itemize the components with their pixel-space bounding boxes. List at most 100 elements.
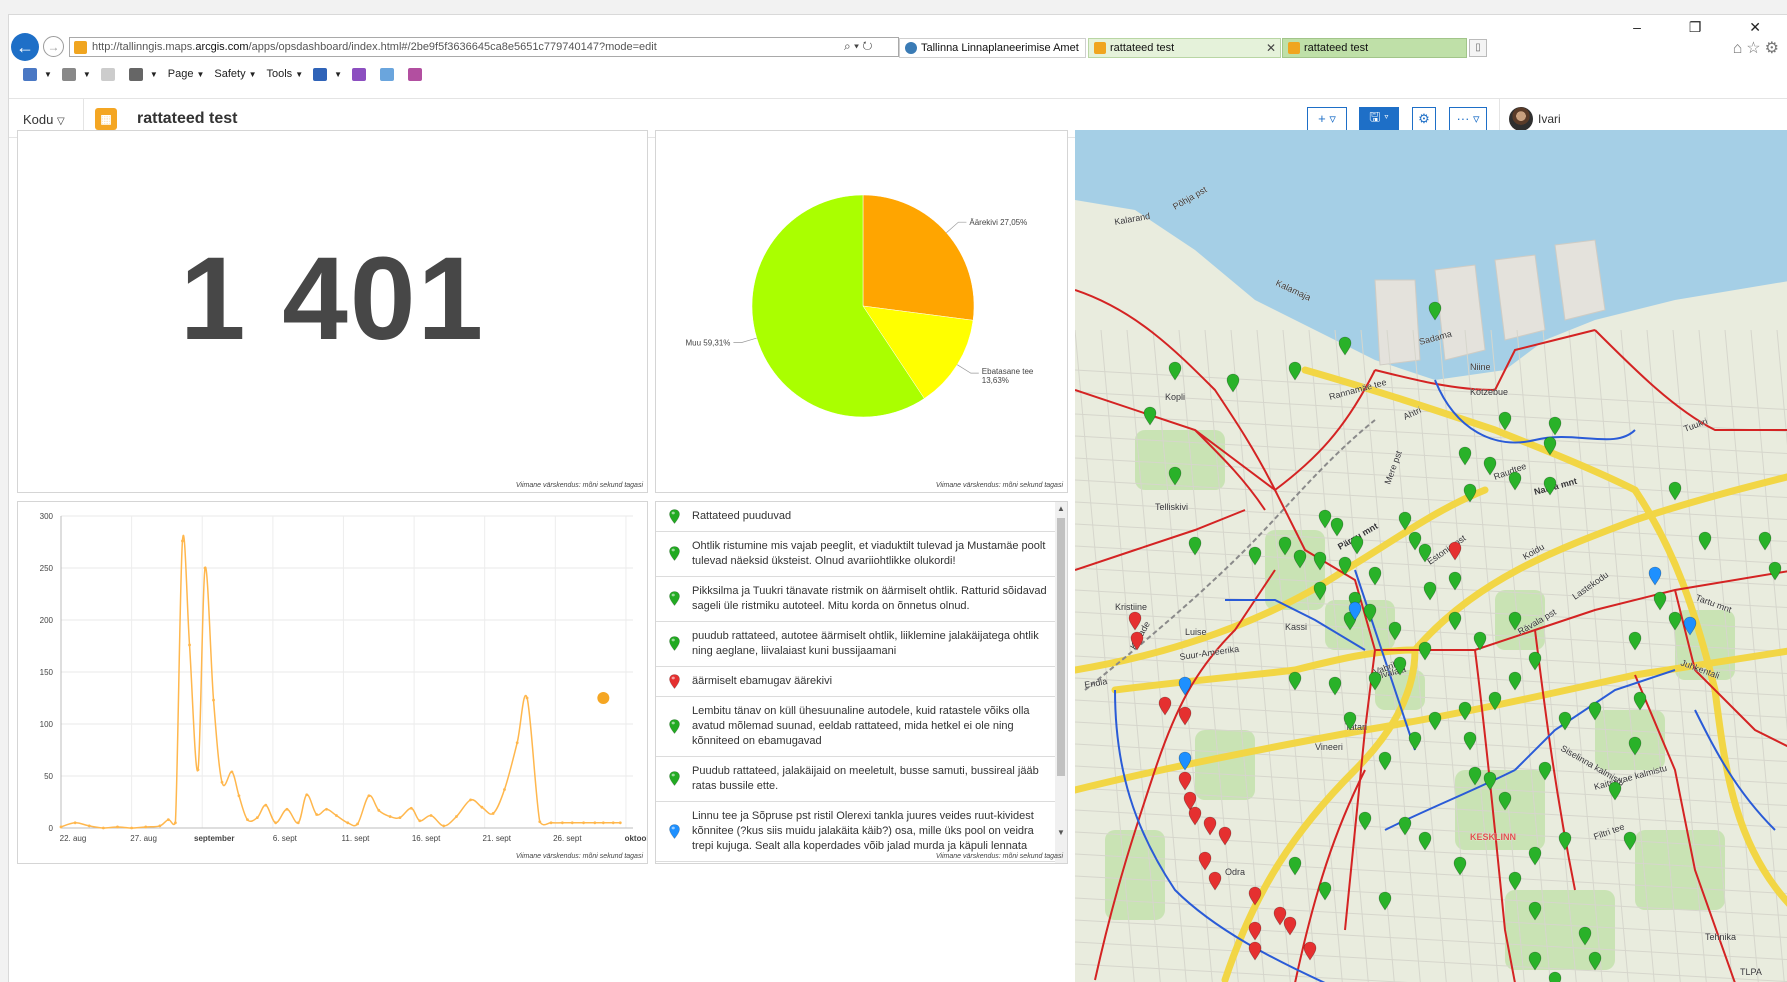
map-marker-pin[interactable] bbox=[1608, 781, 1622, 801]
map-marker-pin[interactable] bbox=[1408, 531, 1422, 551]
map-marker-pin[interactable] bbox=[1248, 546, 1262, 566]
list-item[interactable]: Lembitu tänav on küll ühesuunaline autod… bbox=[656, 697, 1056, 757]
map-panel[interactable]: Kalarand Põhja pst Kalamaja Niine Kotzebue Ra… bbox=[1075, 130, 1787, 982]
scroll-up-icon[interactable]: ▲ bbox=[1055, 504, 1067, 513]
map-marker-pin[interactable] bbox=[1418, 641, 1432, 661]
map-marker-pin[interactable] bbox=[1318, 881, 1332, 901]
map-marker-pin[interactable] bbox=[1188, 806, 1202, 826]
list-item[interactable]: puudub rattateed, autotee äärmiselt ohtl… bbox=[656, 622, 1056, 667]
menu-safety[interactable]: Safety ▼ bbox=[214, 68, 256, 80]
map-marker-pin[interactable] bbox=[1628, 631, 1642, 651]
command-icon-button[interactable]: ▼ bbox=[128, 67, 158, 81]
map-marker-pin[interactable] bbox=[1448, 611, 1462, 631]
map-marker-pin[interactable] bbox=[1248, 941, 1262, 961]
map-marker-pin[interactable] bbox=[1368, 566, 1382, 586]
map-marker-pin[interactable] bbox=[1453, 856, 1467, 876]
highlighted-data-point[interactable] bbox=[597, 692, 610, 704]
list-item[interactable]: äärmiselt ebamugav äärekivi bbox=[656, 667, 1056, 697]
browser-tab[interactable]: rattateed test bbox=[1282, 38, 1467, 58]
map-marker-pin[interactable] bbox=[1203, 816, 1217, 836]
map-marker-pin[interactable] bbox=[1288, 856, 1302, 876]
map-marker-pin[interactable] bbox=[1558, 831, 1572, 851]
list-item[interactable]: Rattateed puuduvad bbox=[656, 502, 1056, 532]
map-marker-pin[interactable] bbox=[1198, 851, 1212, 871]
save-button[interactable]: 🖫 ▿ bbox=[1359, 107, 1399, 131]
map-marker-pin[interactable] bbox=[1208, 871, 1222, 891]
command-icon-button[interactable]: ▼ bbox=[23, 67, 52, 81]
map-marker-pin[interactable] bbox=[1158, 696, 1172, 716]
map-marker-pin[interactable] bbox=[1248, 921, 1262, 941]
map-marker-pin[interactable] bbox=[1548, 416, 1562, 436]
list-item[interactable]: Ohtlik ristumine mis vajab peeglit, et v… bbox=[656, 532, 1056, 577]
map-marker-pin[interactable] bbox=[1378, 751, 1392, 771]
map-marker-pin[interactable] bbox=[1698, 531, 1712, 551]
map-marker-pin[interactable] bbox=[1548, 971, 1562, 982]
map-marker-pin[interactable] bbox=[1508, 671, 1522, 691]
map-marker-pin[interactable] bbox=[1758, 531, 1772, 551]
map-marker-pin[interactable] bbox=[1633, 691, 1647, 711]
command-icon-button[interactable]: ▼ bbox=[61, 67, 91, 81]
map-marker-pin[interactable] bbox=[1178, 676, 1192, 696]
more-options-button[interactable]: ··· ▿ bbox=[1449, 107, 1487, 131]
map-marker-pin[interactable] bbox=[1623, 831, 1637, 851]
map-marker-pin[interactable] bbox=[1498, 411, 1512, 431]
menu-tools[interactable]: Tools ▼ bbox=[267, 68, 304, 80]
map-marker-pin[interactable] bbox=[1330, 517, 1344, 537]
map-marker-pin[interactable] bbox=[1418, 831, 1432, 851]
map-marker-pin[interactable] bbox=[1143, 406, 1157, 426]
browser-toolbar-icons[interactable]: ⌂☆⚙ bbox=[1733, 38, 1783, 58]
browser-tab-active[interactable]: rattateed test ✕ bbox=[1088, 38, 1281, 58]
map-marker-pin[interactable] bbox=[1508, 471, 1522, 491]
map-marker-pin[interactable] bbox=[1423, 581, 1437, 601]
command-icon-button[interactable] bbox=[380, 67, 398, 81]
list-item[interactable]: Pikksilma ja Tuukri tänavate ristmik on … bbox=[656, 577, 1056, 622]
map-marker-pin[interactable] bbox=[1178, 771, 1192, 791]
map-marker-pin[interactable] bbox=[1768, 561, 1782, 581]
settings-gear-icon[interactable]: ⚙ bbox=[1412, 107, 1436, 131]
map-marker-pin[interactable] bbox=[1218, 826, 1232, 846]
map-marker-pin[interactable] bbox=[1653, 591, 1667, 611]
map-marker-pin[interactable] bbox=[1508, 871, 1522, 891]
home-menu[interactable]: Kodu ▽ bbox=[23, 112, 65, 127]
forward-arrow-icon[interactable]: → bbox=[43, 36, 64, 57]
user-name[interactable]: Ivari bbox=[1538, 112, 1561, 126]
command-icon-button[interactable] bbox=[100, 67, 119, 81]
map-marker-pin[interactable] bbox=[1668, 481, 1682, 501]
scroll-down-icon[interactable]: ▼ bbox=[1055, 828, 1067, 837]
tab-close-icon[interactable]: ✕ bbox=[1266, 41, 1276, 55]
window-controls[interactable]: – ❐ ✕ bbox=[1633, 19, 1783, 36]
list-scrollbar[interactable]: ▲ ▼ bbox=[1055, 502, 1067, 863]
map-marker-pin[interactable] bbox=[1168, 361, 1182, 381]
add-element-button[interactable]: + ▿ bbox=[1307, 107, 1347, 131]
command-icon-button[interactable] bbox=[352, 67, 370, 81]
browser-tab[interactable]: Tallinna Linnaplaneerimise Amet bbox=[899, 38, 1086, 58]
map-marker-pin[interactable] bbox=[1458, 446, 1472, 466]
list-item[interactable]: Puudub rattateed, jalakäijaid on meeletu… bbox=[656, 757, 1056, 802]
back-arrow-icon[interactable]: ← bbox=[11, 33, 39, 61]
map-marker-pin[interactable] bbox=[1338, 336, 1352, 356]
map-marker-pin[interactable] bbox=[1226, 373, 1240, 393]
map-marker-pin[interactable] bbox=[1358, 811, 1372, 831]
map-marker-pin[interactable] bbox=[1178, 706, 1192, 726]
command-icon-button[interactable]: ▼ bbox=[313, 67, 342, 81]
map-marker-pin[interactable] bbox=[1648, 566, 1662, 586]
city-map[interactable]: KalarandPõhja pstKalamajaNiineKotzebueRa… bbox=[1075, 130, 1787, 982]
map-marker-pin[interactable] bbox=[1448, 571, 1462, 591]
avatar[interactable] bbox=[1509, 107, 1533, 131]
command-icon-button[interactable] bbox=[408, 67, 426, 81]
map-marker-pin[interactable] bbox=[1428, 711, 1442, 731]
map-marker-pin[interactable] bbox=[1378, 891, 1392, 911]
map-marker-pin[interactable] bbox=[1398, 816, 1412, 836]
address-bar[interactable]: http://tallinngis.maps. arcgis.com/apps/o… bbox=[69, 37, 899, 57]
map-marker-pin[interactable] bbox=[1458, 701, 1472, 721]
scrollbar-thumb[interactable] bbox=[1057, 518, 1065, 776]
map-marker-pin[interactable] bbox=[1408, 731, 1422, 751]
map-marker-pin[interactable] bbox=[1288, 671, 1302, 691]
map-marker-pin[interactable] bbox=[1350, 535, 1364, 555]
address-bar-tools[interactable]: ⌕ ▾ ↻ bbox=[844, 39, 873, 54]
map-marker-pin[interactable] bbox=[1463, 731, 1477, 751]
map-marker-pin[interactable] bbox=[1288, 361, 1302, 381]
map-marker-pin[interactable] bbox=[1318, 509, 1332, 529]
menu-page[interactable]: Page ▼ bbox=[168, 68, 205, 80]
new-tab-icon[interactable]: ▯ bbox=[1469, 39, 1487, 57]
